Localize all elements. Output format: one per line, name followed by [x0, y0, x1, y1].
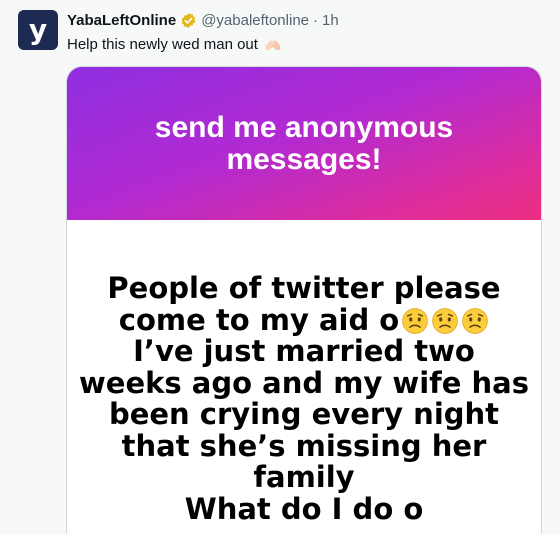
- folded-hands-icon: [265, 40, 281, 50]
- message-line-4: weeks ago and my wife has: [79, 365, 529, 400]
- worried-face-icon: [432, 307, 459, 334]
- message-line-7: family: [253, 460, 355, 494]
- anonymous-messages-banner: send me anonymous messages!: [67, 67, 541, 220]
- message-line-2: come to my aid o: [67, 302, 541, 337]
- message-line-3: I’ve just married two: [133, 334, 475, 368]
- worried-face-icon: [402, 307, 429, 334]
- verified-badge-icon: [181, 13, 196, 28]
- message-line-1: People of twitter please: [107, 271, 501, 305]
- banner-title: send me anonymous messages!: [154, 110, 454, 176]
- separator-dot: ·: [313, 12, 319, 29]
- message-line-6: that she’s missing her: [121, 428, 487, 463]
- tweet-text: Help this newly wed man out: [67, 36, 282, 53]
- message-text: People of twitter please come to my aid …: [67, 271, 541, 526]
- message-line-8: What do I do o: [184, 491, 424, 526]
- media-image[interactable]: send me anonymous messages! People of tw…: [66, 66, 542, 534]
- worried-face-icon: [462, 307, 489, 334]
- tweet-time[interactable]: 1h: [322, 12, 339, 29]
- avatar-letter: y: [28, 13, 48, 46]
- avatar[interactable]: y: [18, 10, 58, 50]
- message-line-2-text: come to my aid o: [118, 302, 400, 337]
- author-handle[interactable]: @yabaleftonline: [201, 12, 309, 29]
- tweet-header: YabaLeftOnline @yabaleftonline · 1h: [67, 12, 339, 29]
- tweet-text-body: Help this newly wed man out: [67, 36, 258, 53]
- tweet-card[interactable]: y YabaLeftOnline @yabaleftonline · 1h He…: [0, 0, 560, 534]
- author-name[interactable]: YabaLeftOnline: [67, 12, 176, 29]
- message-line-5: been crying every night: [108, 397, 500, 431]
